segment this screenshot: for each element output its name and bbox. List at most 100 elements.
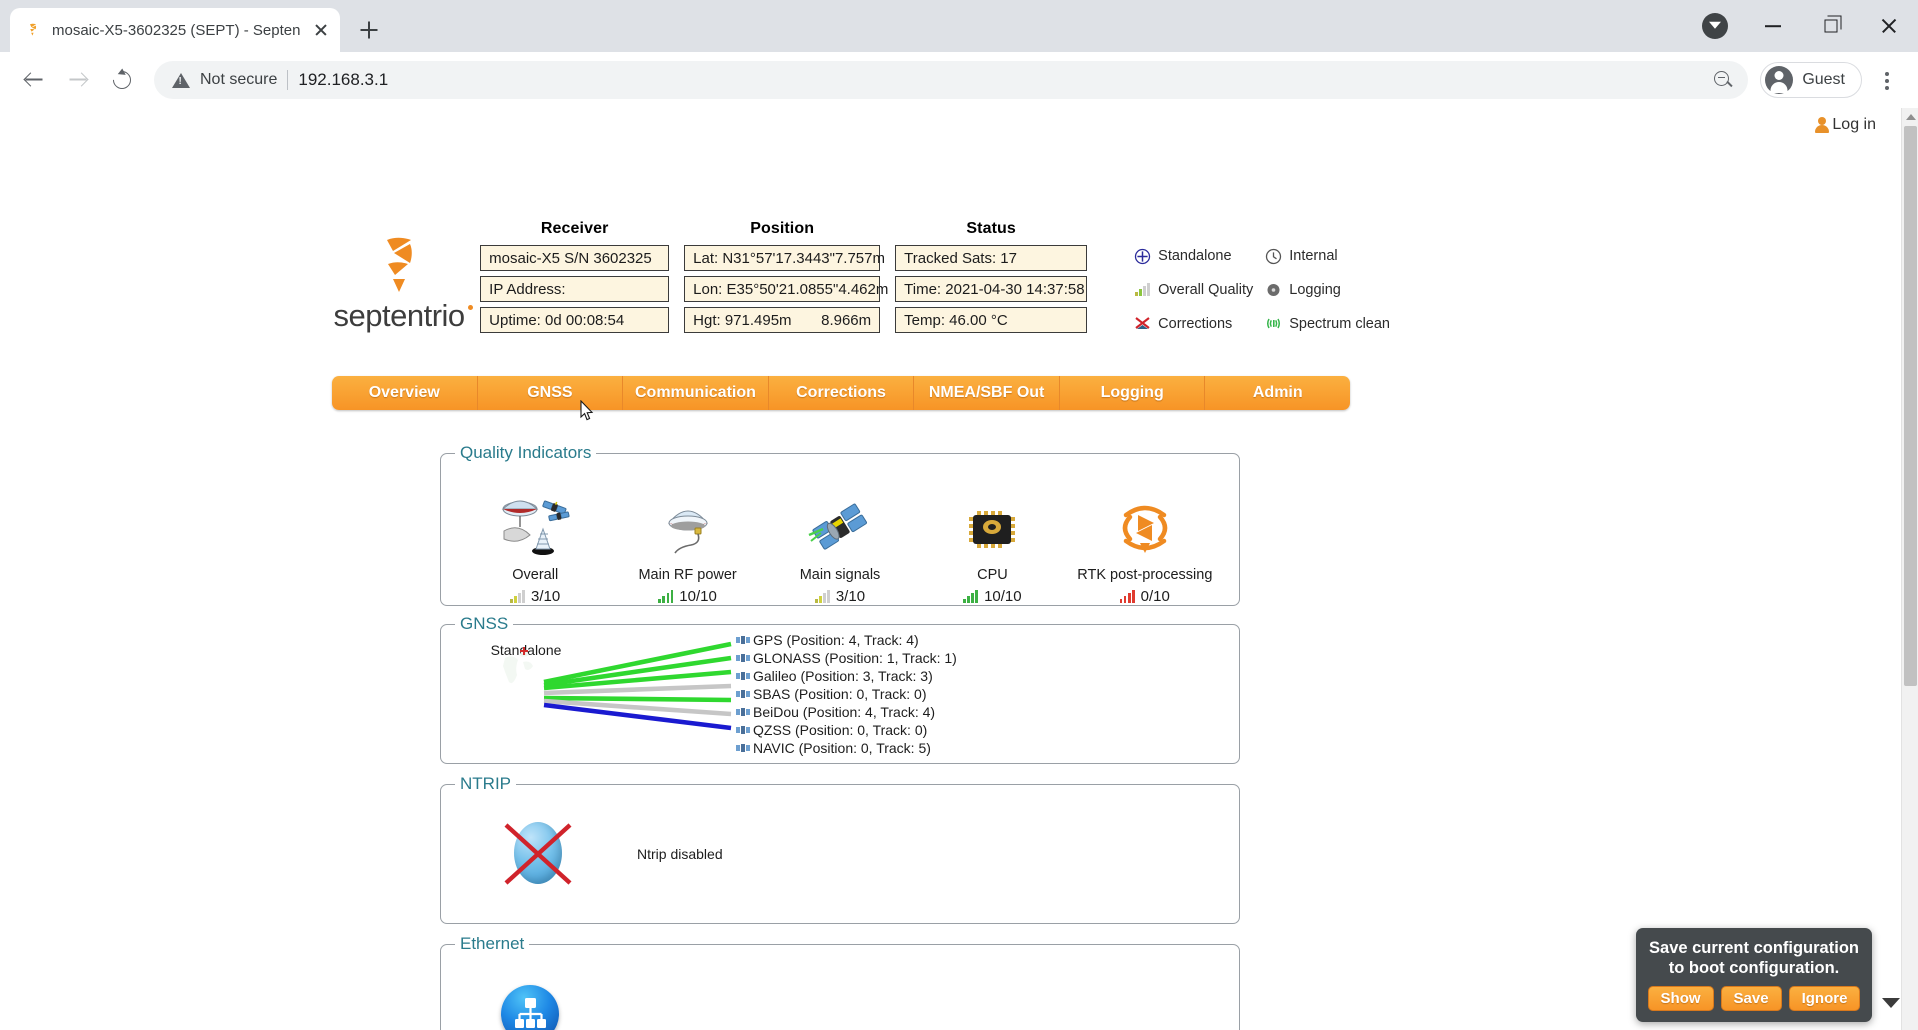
ignore-button[interactable]: Ignore xyxy=(1789,986,1861,1011)
temperature-field: Temp: 46.00 °C xyxy=(895,307,1087,333)
quality-score-rtk: 0/10 xyxy=(1120,588,1170,605)
minimize-icon[interactable] xyxy=(1744,0,1802,52)
user-icon xyxy=(1814,117,1829,133)
zoom-out-icon[interactable] xyxy=(1706,63,1740,97)
page-scrollbar[interactable] xyxy=(1901,108,1918,1030)
nav-tab-gnss[interactable]: GNSS xyxy=(478,376,624,410)
constellation-galileo-label: Galileo (Position: 3, Track: 3) xyxy=(753,668,933,684)
constellation-gps: GPS (Position: 4, Track: 4) xyxy=(736,631,957,649)
avatar xyxy=(1765,66,1793,94)
address-bar[interactable]: Not secure 192.168.3.1 xyxy=(154,61,1748,99)
show-button[interactable]: Show xyxy=(1648,986,1714,1011)
profile-button[interactable]: Guest xyxy=(1760,62,1862,98)
nav-tab-admin[interactable]: Admin xyxy=(1205,376,1350,410)
reload-icon[interactable] xyxy=(102,60,142,100)
status-internal: Internal xyxy=(1265,242,1390,271)
status-logging-label: Logging xyxy=(1289,282,1341,298)
cpu-chip-icon xyxy=(953,491,1031,561)
clock-icon xyxy=(1265,248,1282,265)
browser-chrome: mosaic-X5-3602325 (SEPT) - Septen Not se… xyxy=(0,0,1918,108)
ethernet-section: Ethernet xyxy=(440,944,1240,1030)
height-accuracy: 8.966m xyxy=(821,312,871,329)
status-overall-quality: Overall Quality xyxy=(1134,276,1253,305)
quality-score-overall: 3/10 xyxy=(510,588,560,605)
main-navigation: Overview GNSS Communication Corrections … xyxy=(332,376,1350,410)
satellite-icon xyxy=(736,741,750,755)
back-arrow-icon[interactable] xyxy=(14,60,54,100)
tracked-sats-field: Tracked Sats: 17 xyxy=(895,245,1087,271)
url-text[interactable]: 192.168.3.1 xyxy=(298,70,388,90)
constellation-qzss-label: QZSS (Position: 0, Track: 0) xyxy=(753,722,927,738)
tab-strip: mosaic-X5-3602325 (SEPT) - Septen xyxy=(0,0,1918,52)
quality-score-cpu: 10/10 xyxy=(963,588,1021,605)
kebab-menu-icon[interactable] xyxy=(1870,60,1904,100)
position-column: Position Lat: N31°57'17.3443" 7.757m Lon… xyxy=(684,220,880,338)
rtk-refresh-icon xyxy=(1106,491,1184,561)
ip-address-field: IP Address: xyxy=(480,276,669,302)
corrections-disabled-icon xyxy=(1134,315,1151,332)
constellation-beidou: BeiDou (Position: 4, Track: 4) xyxy=(736,703,957,721)
constellation-navic: NAVIC (Position: 0, Track: 5) xyxy=(736,739,957,757)
nav-tab-overview[interactable]: Overview xyxy=(332,376,478,410)
login-link[interactable]: Log in xyxy=(1814,116,1876,134)
signal-bars-icon xyxy=(1134,281,1151,298)
page-header: septentrio Receiver mosaic-X5 S/N 360232… xyxy=(0,220,1390,338)
quality-label-main-signals: Main signals xyxy=(800,567,881,583)
ntrip-status-text: Ntrip disabled xyxy=(637,846,723,862)
nav-tab-communication[interactable]: Communication xyxy=(623,376,769,410)
ethernet-icon xyxy=(501,985,559,1030)
scroll-up-arrow-icon[interactable] xyxy=(1902,108,1918,125)
chevron-down-circle-icon[interactable] xyxy=(1686,0,1744,52)
quality-label-overall: Overall xyxy=(512,567,558,583)
ntrip-section: NTRIP Ntrip disabled xyxy=(440,784,1240,924)
security-label: Not secure xyxy=(200,71,277,89)
quality-value-cpu: 10/10 xyxy=(984,588,1022,605)
tab-title: mosaic-X5-3602325 (SEPT) - Septen xyxy=(52,22,300,39)
tab-close-icon[interactable] xyxy=(310,19,332,41)
satellite-icon xyxy=(736,651,750,665)
constellation-galileo: Galileo (Position: 3, Track: 3) xyxy=(736,667,957,685)
pvt-crosshair-icon xyxy=(1134,248,1151,265)
position-column-title: Position xyxy=(684,220,880,238)
antenna-icon xyxy=(649,491,727,561)
window-controls xyxy=(1686,0,1918,52)
spectrum-icon xyxy=(1265,315,1282,332)
status-spectrum: Spectrum clean xyxy=(1265,309,1390,338)
scrollbar-thumb[interactable] xyxy=(1904,126,1917,686)
nav-tab-corrections[interactable]: Corrections xyxy=(769,376,915,410)
signal-bars-icon xyxy=(963,590,978,603)
status-corrections: Corrections xyxy=(1134,309,1253,338)
status-internal-label: Internal xyxy=(1289,248,1337,264)
nav-tab-logging[interactable]: Logging xyxy=(1060,376,1206,410)
toast-message: Save current configuration to boot confi… xyxy=(1646,938,1862,978)
status-column-title: Status xyxy=(895,220,1087,238)
quality-item-rf-power: Main RF power 10/10 xyxy=(611,491,763,605)
nav-tab-nmea-sbf-out[interactable]: NMEA/SBF Out xyxy=(914,376,1060,410)
login-label: Log in xyxy=(1832,116,1876,134)
new-tab-button[interactable] xyxy=(352,13,386,47)
save-button[interactable]: Save xyxy=(1721,986,1782,1011)
quality-value-rtk: 0/10 xyxy=(1141,588,1170,605)
quality-score-main-signals: 3/10 xyxy=(815,588,865,605)
status-overall-quality-label: Overall Quality xyxy=(1158,282,1253,298)
quality-label-rtk: RTK post-processing xyxy=(1077,567,1212,583)
constellation-gps-label: GPS (Position: 4, Track: 4) xyxy=(753,632,919,648)
height-label: Hgt: 971.495m xyxy=(693,312,821,329)
omnibox-divider xyxy=(287,70,288,90)
constellation-beidou-label: BeiDou (Position: 4, Track: 4) xyxy=(753,704,935,720)
receiver-info-panels: Receiver mosaic-X5 S/N 3602325 IP Addres… xyxy=(480,220,1390,338)
latitude-accuracy: 7.757m xyxy=(835,250,885,267)
close-icon[interactable] xyxy=(1860,0,1918,52)
receiver-column-title: Receiver xyxy=(480,220,669,238)
status-standalone: Standalone xyxy=(1134,242,1253,271)
forward-arrow-icon[interactable] xyxy=(58,60,98,100)
quality-value-main-signals: 3/10 xyxy=(836,588,865,605)
quality-item-rtk: RTK post-processing 0/10 xyxy=(1069,491,1221,605)
restore-icon[interactable] xyxy=(1802,0,1860,52)
signal-bars-icon xyxy=(815,590,830,603)
browser-tab[interactable]: mosaic-X5-3602325 (SEPT) - Septen xyxy=(10,8,340,52)
status-spectrum-label: Spectrum clean xyxy=(1289,316,1390,332)
satellite-icon xyxy=(736,705,750,719)
status-logging: Logging xyxy=(1265,276,1390,305)
receiver-column: Receiver mosaic-X5 S/N 3602325 IP Addres… xyxy=(480,220,669,338)
